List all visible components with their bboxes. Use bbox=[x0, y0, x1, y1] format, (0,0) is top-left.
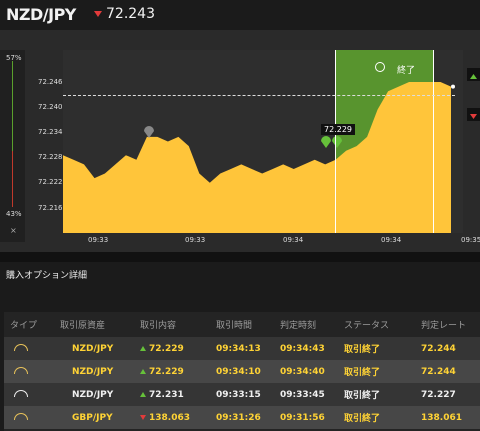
time-cell: 09:34:10 bbox=[216, 366, 261, 377]
judge-cell: 09:34:43 bbox=[280, 343, 325, 354]
asset-cell: NZD/JPY bbox=[72, 389, 114, 400]
up-arrow-icon bbox=[140, 345, 146, 351]
section-title: 購入オプション詳細 bbox=[6, 271, 88, 281]
type-cell bbox=[4, 360, 60, 383]
status-cell: 取引終了 bbox=[344, 414, 381, 424]
table-row[interactable]: NZD/JPY 72.231 09:33:15 09:33:45 取引終了 72… bbox=[4, 383, 480, 406]
entry-price-tooltip: 72.229 bbox=[321, 124, 355, 135]
status-cell: 取引終了 bbox=[344, 368, 381, 378]
content-cell: 138.063 bbox=[140, 406, 216, 429]
asset-cell: NZD/JPY bbox=[72, 366, 114, 377]
judge-cell: 09:31:56 bbox=[280, 412, 325, 423]
options-table: タイプ 取引原資産 取引内容 取引時間 判定時刻 ステータス 判定レート NZD… bbox=[4, 312, 480, 431]
gauge-icon bbox=[14, 412, 28, 420]
time-cell: 09:34:13 bbox=[216, 343, 261, 354]
y-tick-label: 72.216 bbox=[38, 204, 63, 212]
up-arrow-icon bbox=[140, 368, 146, 374]
x-tick-label: 09:34 bbox=[381, 236, 402, 244]
x-tick-label: 09:33 bbox=[88, 236, 109, 244]
time-cell: 09:31:26 bbox=[216, 412, 261, 423]
y-tick-label: 72.234 bbox=[38, 128, 63, 136]
col-judge: 判定時刻 bbox=[280, 321, 317, 331]
sentiment-up-line bbox=[12, 61, 13, 151]
expiry-time-line bbox=[433, 50, 434, 233]
asset-cell: NZD/JPY bbox=[72, 343, 114, 354]
percent-down: 43% bbox=[6, 210, 22, 218]
judge-cell: 09:34:40 bbox=[280, 366, 325, 377]
gauge-icon bbox=[14, 366, 28, 374]
col-asset: 取引原資産 bbox=[60, 321, 106, 331]
rate-cell: 72.244 bbox=[421, 343, 456, 354]
price-down-icon bbox=[94, 11, 102, 17]
divider bbox=[0, 252, 480, 262]
table-row[interactable]: NZD/JPY 72.229 09:34:10 09:34:40 取引終了 72… bbox=[4, 360, 480, 383]
sentiment-down-line bbox=[12, 151, 13, 207]
asset-header: NZD/JPY 72.243 bbox=[0, 0, 480, 30]
current-price: 72.243 bbox=[106, 6, 155, 22]
percent-up: 57% bbox=[6, 54, 22, 62]
type-cell bbox=[4, 383, 60, 406]
status-cell: 取引終了 bbox=[344, 345, 381, 355]
y-tick-label: 72.222 bbox=[38, 178, 63, 186]
content-cell: 72.229 bbox=[140, 360, 216, 383]
y-tick-label: 72.228 bbox=[38, 153, 63, 161]
judge-cell: 09:33:45 bbox=[280, 389, 325, 400]
rate-cell: 72.227 bbox=[421, 389, 456, 400]
col-content: 取引内容 bbox=[140, 321, 177, 331]
close-icon[interactable]: × bbox=[10, 226, 17, 235]
end-label: 終了 bbox=[397, 66, 416, 76]
type-cell bbox=[4, 337, 60, 360]
entry-time-line bbox=[335, 50, 336, 233]
clock-icon bbox=[375, 62, 385, 72]
time-cell: 09:33:15 bbox=[216, 389, 261, 400]
content-cell: 72.231 bbox=[140, 383, 216, 406]
down-arrow-icon bbox=[140, 414, 146, 420]
col-type: タイプ bbox=[10, 321, 38, 331]
rate-cell: 72.244 bbox=[421, 366, 456, 377]
gauge-icon bbox=[14, 389, 28, 397]
x-tick-label: 09:35 bbox=[461, 236, 480, 244]
x-tick-label: 09:33 bbox=[185, 236, 206, 244]
table-row[interactable]: NZD/JPY 72.229 09:34:13 09:34:43 取引終了 72… bbox=[4, 337, 480, 360]
col-time: 取引時間 bbox=[216, 321, 253, 331]
current-price-line bbox=[63, 95, 455, 96]
col-rate: 判定レート bbox=[421, 321, 467, 331]
type-cell bbox=[4, 406, 60, 429]
gauge-icon bbox=[14, 343, 28, 351]
up-arrow-icon bbox=[140, 391, 146, 397]
low-button[interactable] bbox=[467, 108, 480, 121]
x-tick-label: 09:34 bbox=[283, 236, 304, 244]
asset-cell: GBP/JPY bbox=[72, 412, 113, 423]
win-zone bbox=[335, 50, 433, 233]
content-cell: 72.229 bbox=[140, 337, 216, 360]
high-button[interactable] bbox=[467, 68, 480, 81]
y-tick-label: 72.240 bbox=[38, 103, 63, 111]
col-status: ステータス bbox=[344, 321, 390, 331]
asset-pair[interactable]: NZD/JPY bbox=[6, 5, 76, 24]
table-row[interactable]: GBP/JPY 138.063 09:31:26 09:31:56 取引終了 1… bbox=[4, 406, 480, 429]
rate-cell: 138.061 bbox=[421, 412, 462, 423]
status-cell: 取引終了 bbox=[344, 391, 381, 401]
y-tick-label: 72.246 bbox=[38, 78, 63, 86]
